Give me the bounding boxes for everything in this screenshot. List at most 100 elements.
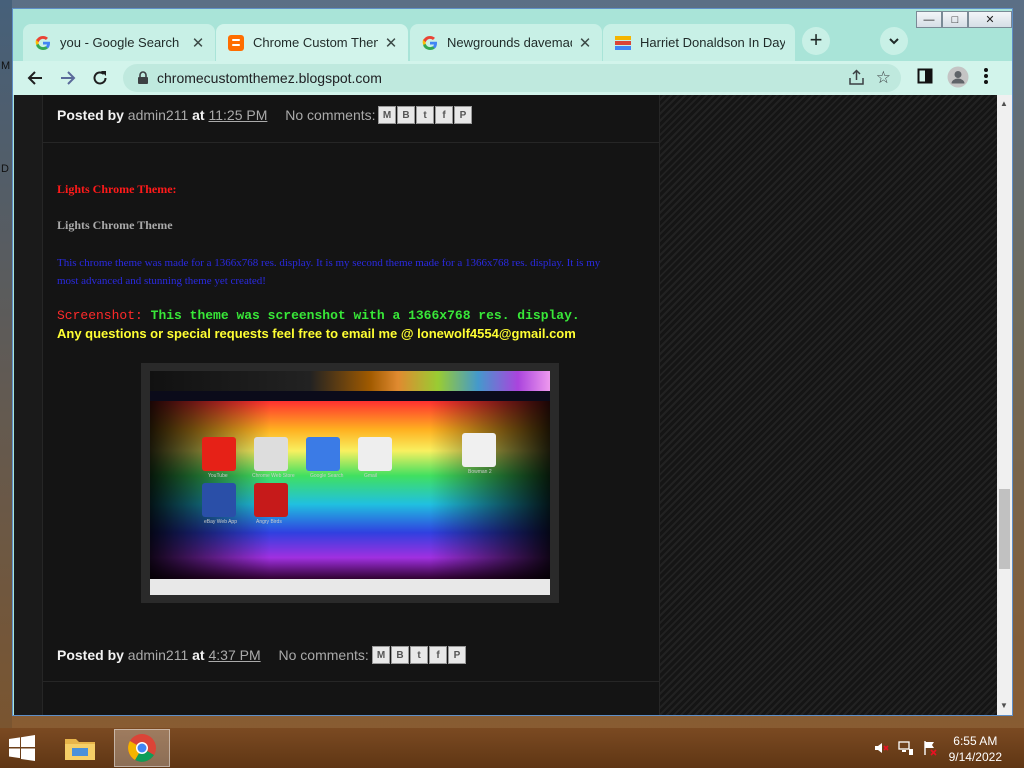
- author-link[interactable]: admin211: [128, 647, 188, 663]
- side-panel-icon[interactable]: [917, 68, 933, 89]
- forward-button[interactable]: [56, 66, 80, 90]
- google-search-app-icon: [306, 437, 340, 471]
- app-label: Chrome Web Store: [252, 473, 295, 479]
- post-footer: Posted by admin211 at 4:37 PM No comment…: [57, 647, 369, 663]
- screenshot-bottom-bar: [150, 579, 550, 595]
- pinterest-share-icon[interactable]: P: [448, 646, 466, 664]
- reload-icon: [93, 71, 107, 85]
- app-label: Bowman 2: [468, 469, 492, 475]
- share-buttons: M B t f P: [378, 106, 472, 124]
- author-link[interactable]: admin211: [128, 107, 188, 123]
- volume-muted-icon[interactable]: [874, 740, 890, 761]
- gmail-app-icon: [358, 437, 392, 471]
- chrome-taskbar-button[interactable]: [114, 729, 170, 767]
- windows-start-icon[interactable]: [8, 735, 36, 766]
- desktop-edge: M D: [0, 0, 12, 728]
- lock-icon[interactable]: [137, 71, 149, 90]
- profile-avatar[interactable]: [947, 66, 969, 93]
- app-label: Google Search: [310, 473, 344, 479]
- tab-newgrounds[interactable]: Newgrounds davemadson ✕: [410, 24, 602, 61]
- reload-button[interactable]: [88, 66, 112, 90]
- scrollbar-thumb[interactable]: [999, 489, 1010, 569]
- scroll-up-icon[interactable]: ▲: [1000, 99, 1008, 108]
- tab-title: you - Google Search: [60, 35, 180, 50]
- share-buttons: M B t f P: [372, 646, 466, 664]
- posted-by-label: Posted by: [57, 647, 124, 663]
- forward-arrow-icon: [61, 71, 76, 85]
- comments-link[interactable]: No comments:: [279, 647, 369, 663]
- posted-by-label: Posted by: [57, 107, 124, 123]
- file-explorer-taskbar-button[interactable]: [52, 729, 108, 767]
- blogger-icon: [228, 34, 244, 51]
- minimize-button[interactable]: —: [916, 11, 942, 28]
- tab-title: Harriet Donaldson In Dayton,: [640, 35, 785, 50]
- post-divider: [43, 142, 659, 143]
- page-background: [659, 95, 997, 715]
- toolbar: chromecustomthemez.blogspot.com ☆: [13, 61, 1012, 95]
- tab-search-button[interactable]: [880, 27, 908, 55]
- pinterest-share-icon[interactable]: P: [454, 106, 472, 124]
- folder-icon: [65, 739, 95, 760]
- tab-title: Chrome Custom Themez: Lights: [253, 35, 378, 50]
- twitter-share-icon[interactable]: t: [416, 106, 434, 124]
- back-button[interactable]: [23, 66, 47, 90]
- google-icon: [35, 35, 51, 51]
- taskbar: 6:55 AM 9/14/2022: [0, 728, 1024, 768]
- notification-flag-icon[interactable]: [922, 740, 938, 761]
- new-tab-button[interactable]: +: [802, 27, 830, 55]
- timestamp-link[interactable]: 4:37 PM: [208, 647, 260, 663]
- facebook-share-icon[interactable]: f: [435, 106, 453, 124]
- email-share-icon[interactable]: M: [372, 646, 390, 664]
- tab-close-icon[interactable]: ✕: [384, 34, 398, 52]
- back-arrow-icon: [27, 71, 42, 85]
- facebook-share-icon[interactable]: f: [429, 646, 447, 664]
- post-subtitle: Lights Chrome Theme: [57, 218, 173, 232]
- tab-close-icon[interactable]: ✕: [578, 34, 592, 52]
- chevron-down-icon: [889, 38, 899, 45]
- comments-link[interactable]: No comments:: [285, 107, 375, 123]
- clock-time: 6:55 AM: [953, 734, 998, 748]
- app-label: Gmail: [364, 473, 378, 479]
- tab-harriet-donaldson[interactable]: Harriet Donaldson In Dayton,: [603, 24, 795, 61]
- blog-post: Posted by admin211 at 11:25 PM No commen…: [42, 95, 660, 715]
- tab-title: Newgrounds davemadson: [447, 35, 572, 50]
- theme-screenshot-image[interactable]: YouTube Chrome Web Store Google Search G…: [141, 363, 559, 603]
- close-window-button[interactable]: ✕: [968, 11, 1012, 28]
- network-icon[interactable]: [898, 740, 914, 761]
- page-viewport: Posted by admin211 at 11:25 PM No commen…: [14, 95, 997, 715]
- bookmark-star-icon[interactable]: ☆: [876, 69, 891, 86]
- bowman-app-icon: [462, 433, 496, 467]
- desktop-glyph: D: [1, 163, 9, 175]
- url-text[interactable]: chromecustomthemez.blogspot.com: [157, 70, 382, 86]
- google-icon: [422, 35, 438, 51]
- taskbar-clock[interactable]: 6:55 AM 9/14/2022: [949, 733, 1002, 765]
- post-divider: [43, 681, 659, 682]
- twitter-share-icon[interactable]: t: [410, 646, 428, 664]
- desktop-glyph: M: [1, 60, 11, 72]
- vertical-scrollbar[interactable]: ▲ ▼: [997, 95, 1012, 715]
- email-line: Any questions or special requests feel f…: [57, 326, 576, 341]
- screenshot-label: Screenshot:: [57, 308, 143, 323]
- email-share-icon[interactable]: M: [378, 106, 396, 124]
- at-label: at: [192, 647, 205, 663]
- blogthis-share-icon[interactable]: B: [397, 106, 415, 124]
- clock-date: 9/14/2022: [948, 750, 1002, 764]
- tab-google-search[interactable]: you - Google Search ✕: [23, 24, 215, 61]
- scroll-down-icon[interactable]: ▼: [1000, 701, 1008, 710]
- timestamp-link[interactable]: 11:25 PM: [208, 107, 267, 123]
- ebay-app-icon: [202, 483, 236, 517]
- address-bar[interactable]: chromecustomthemez.blogspot.com ☆: [123, 64, 901, 92]
- screenshot-line: Screenshot: This theme was screenshot wi…: [57, 308, 580, 323]
- blogthis-share-icon[interactable]: B: [391, 646, 409, 664]
- app-label: Angry Birds: [256, 519, 282, 525]
- youtube-app-icon: [202, 437, 236, 471]
- screenshot-content: YouTube Chrome Web Store Google Search G…: [150, 371, 550, 595]
- maximize-button[interactable]: □: [942, 11, 968, 28]
- tab-chrome-custom-themez[interactable]: Chrome Custom Themez: Lights ✕: [216, 24, 408, 61]
- share-icon[interactable]: [848, 69, 865, 91]
- menu-kebab-icon[interactable]: [983, 67, 989, 90]
- app-label: YouTube: [208, 473, 228, 479]
- at-label: at: [192, 107, 205, 123]
- tab-close-icon[interactable]: ✕: [191, 34, 205, 52]
- tab-strip: you - Google Search ✕ Chrome Custom Them…: [13, 9, 1012, 61]
